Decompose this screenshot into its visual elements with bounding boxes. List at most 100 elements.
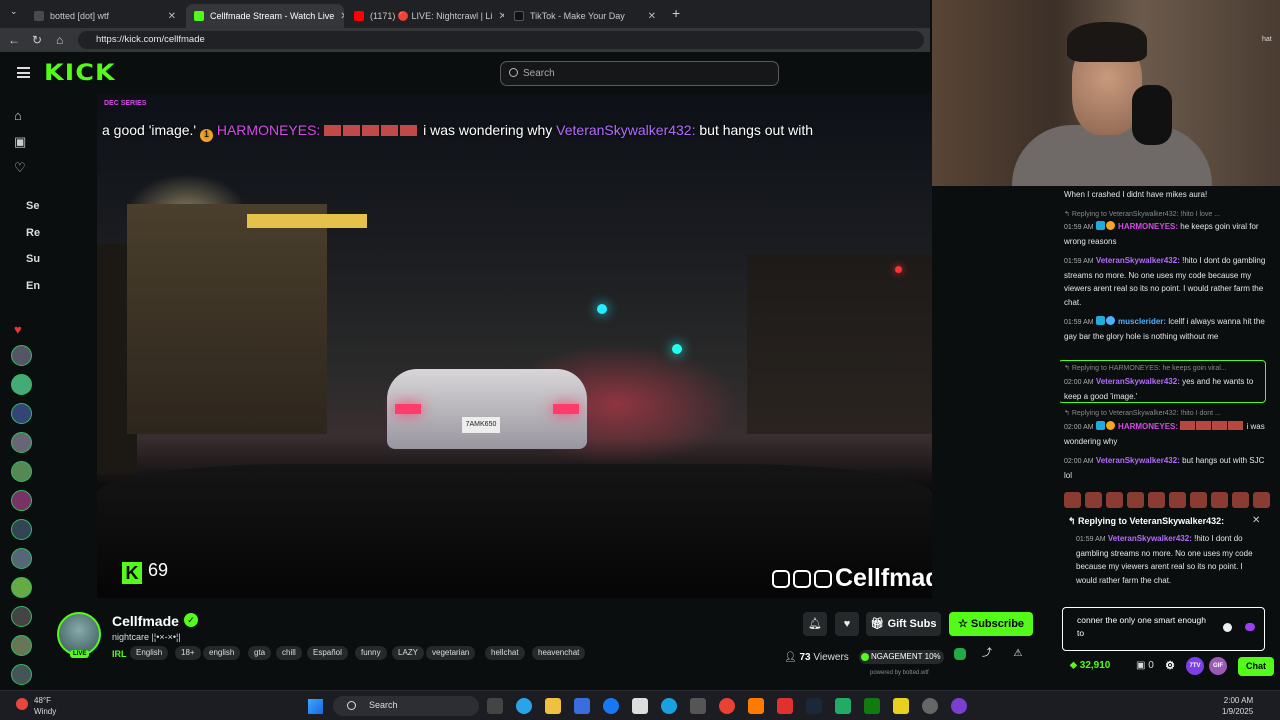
tag-chip[interactable]: hellchat	[485, 646, 525, 660]
search-input[interactable]: Search	[500, 61, 779, 86]
kick-logo[interactable]: KICK	[44, 61, 116, 86]
amazon-icon[interactable]	[632, 698, 648, 714]
tab-botted[interactable]: botted [dot] wtf ✕	[26, 4, 184, 28]
close-icon[interactable]: ✕	[1252, 515, 1260, 526]
reply-context[interactable]: ↰ Replying to VeteranSkywalker432: !hito…	[1064, 409, 1221, 417]
report-icon[interactable]: ⚠	[1010, 646, 1026, 662]
channel-avatar[interactable]	[11, 374, 32, 395]
chat-username[interactable]: VeteranSkywalker432:	[1096, 456, 1180, 465]
reload-icon[interactable]: ↻	[32, 33, 42, 47]
store-icon[interactable]	[574, 698, 590, 714]
emote-icon[interactable]	[1169, 492, 1186, 508]
chat-input[interactable]: conner the only one smart enough to	[1062, 607, 1265, 651]
channel-avatar[interactable]	[11, 635, 32, 656]
menu-icon[interactable]	[17, 67, 30, 78]
task-view-icon[interactable]	[487, 698, 503, 714]
xbox-icon[interactable]	[864, 698, 880, 714]
channel-avatar[interactable]	[11, 432, 32, 453]
notes-icon[interactable]	[893, 698, 909, 714]
chat-username[interactable]: musclerider:	[1118, 317, 1166, 326]
chat-username[interactable]: VeteranSkywalker432:	[1096, 256, 1180, 265]
emote-icon[interactable]	[1253, 492, 1270, 508]
emote-icon[interactable]	[1085, 492, 1102, 508]
chrome-icon[interactable]	[719, 698, 735, 714]
back-icon[interactable]: ←	[8, 33, 20, 47]
emoji-icon[interactable]	[1223, 623, 1232, 632]
tag-chip[interactable]: chill	[276, 646, 302, 660]
emote-icon[interactable]	[1106, 492, 1123, 508]
steam-icon[interactable]	[806, 698, 822, 714]
chat-username[interactable]: HARMONEYES:	[1118, 422, 1178, 431]
close-icon[interactable]: ✕	[648, 11, 656, 22]
tag-chip[interactable]: gta	[248, 646, 272, 660]
gift-subs-button[interactable]: 🎁︎ Gift Subs	[866, 612, 941, 636]
tag-chip[interactable]: heavenchat	[532, 646, 586, 660]
tab-list-chevron-icon[interactable]: ⌄	[10, 6, 18, 17]
tab-tiktok[interactable]: TikTok - Make Your Day ✕	[506, 4, 664, 28]
channel-avatar[interactable]	[11, 664, 32, 685]
app-icon[interactable]	[922, 698, 938, 714]
kick-emote-icon[interactable]	[1245, 623, 1255, 631]
channel-avatar[interactable]	[11, 345, 32, 366]
calculator-icon[interactable]	[690, 698, 706, 714]
chat-username[interactable]: VeteranSkywalker432:	[1096, 377, 1180, 386]
app-icon[interactable]	[835, 698, 851, 714]
emote-icon[interactable]	[1211, 492, 1228, 508]
tab-youtube[interactable]: (1171) 🔴 LIVE: Nightcrawl | Li ✕	[346, 4, 504, 28]
channel-avatar[interactable]	[11, 403, 32, 424]
copilot-icon[interactable]	[516, 698, 532, 714]
tag-chip[interactable]: 18+	[175, 646, 201, 660]
sidebar-section-label[interactable]: Re	[26, 227, 40, 239]
settings-gear-icon[interactable]: ⚙	[1161, 657, 1179, 675]
chat-username[interactable]: HARMONEYES:	[1118, 222, 1178, 231]
channel-avatar[interactable]	[11, 548, 32, 569]
channel-avatar[interactable]	[11, 461, 32, 482]
edge-icon[interactable]	[661, 698, 677, 714]
emote-icon[interactable]	[1064, 492, 1081, 508]
following-nav-icon[interactable]: ♡	[14, 160, 26, 176]
emote-icon[interactable]	[1148, 492, 1165, 508]
channel-avatar[interactable]	[11, 577, 32, 598]
share-icon[interactable]: ⤴	[979, 646, 995, 662]
new-tab-button[interactable]: +	[672, 5, 680, 21]
channel-avatar[interactable]	[11, 519, 32, 540]
emote-icon[interactable]	[1127, 492, 1144, 508]
sidebar-section-label[interactable]: Se	[26, 200, 39, 212]
app-icon[interactable]	[748, 698, 764, 714]
sidebar-section-label[interactable]: Su	[26, 253, 40, 265]
weather-widget[interactable]: 48°F Windy	[16, 695, 56, 717]
clip-icon[interactable]	[954, 648, 966, 660]
tag-chip[interactable]: english	[203, 646, 241, 660]
heart-icon[interactable]: ♥	[835, 612, 859, 636]
facebook-icon[interactable]	[603, 698, 619, 714]
chat-send-button[interactable]: Chat	[1238, 657, 1274, 676]
sidebar-section-label[interactable]: En	[26, 280, 40, 292]
file-explorer-icon[interactable]	[545, 698, 561, 714]
channel-avatar[interactable]	[11, 606, 32, 627]
tag-chip[interactable]: funny	[355, 646, 387, 660]
gift-counter[interactable]: ▣ 0	[1136, 660, 1154, 671]
taskbar-search[interactable]: Search	[333, 696, 479, 716]
bell-icon[interactable]: 🔔︎	[803, 612, 827, 636]
emote-icon[interactable]	[1232, 492, 1249, 508]
close-icon[interactable]: ✕	[498, 11, 504, 22]
gif-icon[interactable]: GIF	[1209, 657, 1227, 675]
tab-cellfmade[interactable]: Cellfmade Stream - Watch Live ✕	[186, 4, 344, 28]
subscribe-button[interactable]: ☆ Subscribe	[949, 612, 1033, 636]
channel-avatar[interactable]	[11, 490, 32, 511]
home-icon[interactable]: ⌂	[56, 33, 63, 47]
tag-chip[interactable]: English	[130, 646, 169, 660]
youtube-icon[interactable]	[777, 698, 793, 714]
browse-nav-icon[interactable]: ▣	[14, 134, 26, 150]
7tv-icon[interactable]: 7TV	[1186, 657, 1204, 675]
tag-chip[interactable]: LAZY	[392, 646, 425, 660]
tag-chip[interactable]: vegetarian	[426, 646, 476, 660]
video-player[interactable]: 7AMK650 DEC SERIES a good 'image.' 1 HAR…	[97, 94, 932, 598]
close-icon[interactable]: ✕	[168, 11, 176, 22]
reply-context[interactable]: ↰ Replying to VeteranSkywalker432: !hito…	[1064, 210, 1220, 218]
obs-icon[interactable]	[951, 698, 967, 714]
category-link[interactable]: IRL	[112, 649, 127, 659]
channel-points[interactable]: ⬥ 32,910	[1070, 660, 1110, 671]
reply-context[interactable]: ↰ Replying to HARMONEYES: he keeps goin …	[1064, 364, 1227, 372]
system-clock[interactable]: 2:00 AM 1/9/2025	[1222, 695, 1253, 717]
